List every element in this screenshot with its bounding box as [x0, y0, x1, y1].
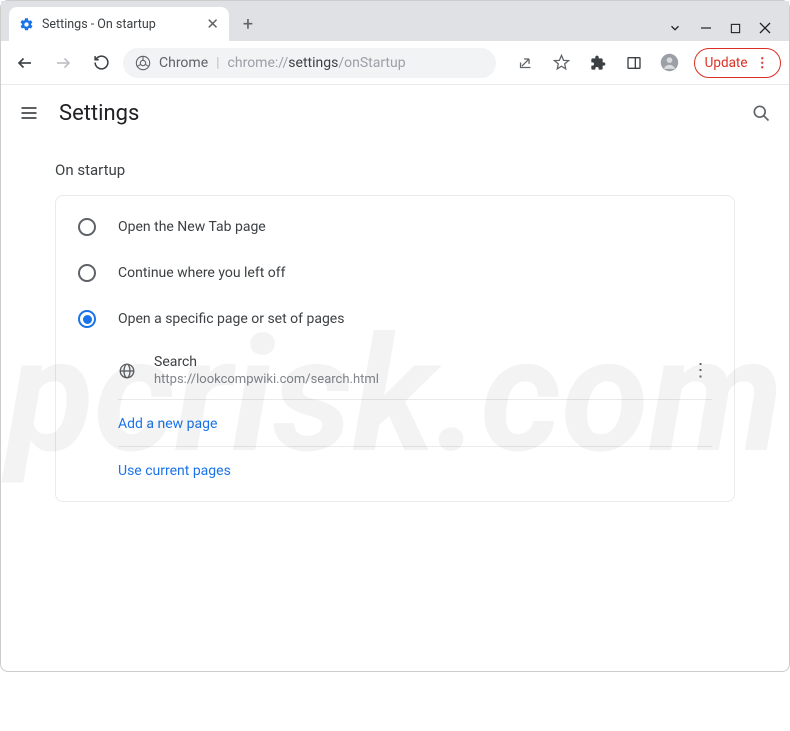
startup-page-name: Search: [154, 354, 670, 370]
gear-icon: [19, 17, 34, 32]
radio-option-specific[interactable]: Open a specific page or set of pages: [56, 296, 734, 342]
startup-page-entry: Search https://lookcompwiki.com/search.h…: [118, 342, 712, 400]
radio-option-continue[interactable]: Continue where you left off: [56, 250, 734, 296]
radio-option-newtab[interactable]: Open the New Tab page: [56, 204, 734, 250]
settings-header: Settings: [1, 85, 789, 141]
tab-title: Settings - On startup: [42, 17, 156, 32]
page-title: Settings: [59, 101, 139, 126]
bookmark-icon[interactable]: [548, 54, 576, 71]
radio-icon: [78, 310, 96, 328]
forward-button[interactable]: [47, 47, 79, 79]
browser-toolbar: Chrome | chrome://settings/onStartup Upd…: [1, 41, 789, 85]
search-icon[interactable]: [751, 103, 771, 123]
close-icon[interactable]: ✕: [206, 15, 219, 33]
startup-pages-panel: Search https://lookcompwiki.com/search.h…: [56, 342, 734, 493]
startup-card: Open the New Tab page Continue where you…: [55, 195, 735, 502]
extensions-icon[interactable]: [584, 55, 612, 71]
update-button[interactable]: Update ⋮: [694, 48, 781, 78]
settings-page: On startup Open the New Tab page Continu…: [1, 141, 789, 522]
minimize-icon[interactable]: [700, 22, 712, 34]
more-options-icon[interactable]: ⋮: [688, 360, 712, 381]
radio-label: Continue where you left off: [118, 265, 286, 281]
side-panel-icon[interactable]: [620, 55, 648, 71]
radio-label: Open a specific page or set of pages: [118, 311, 344, 327]
omnibox-url: chrome://settings/onStartup: [228, 55, 406, 71]
update-label: Update: [705, 55, 748, 71]
omnibox-app-label: Chrome: [159, 55, 208, 71]
startup-page-url: https://lookcompwiki.com/search.html: [154, 372, 670, 387]
add-page-link[interactable]: Add a new page: [118, 400, 712, 447]
close-window-icon[interactable]: [759, 22, 771, 34]
toolbar-icons: [502, 53, 688, 72]
address-bar[interactable]: Chrome | chrome://settings/onStartup: [123, 48, 496, 78]
startup-page-info: Search https://lookcompwiki.com/search.h…: [154, 354, 670, 387]
browser-tab[interactable]: Settings - On startup ✕: [9, 7, 229, 41]
profile-icon[interactable]: [656, 53, 684, 72]
omnibox-divider: |: [216, 55, 219, 71]
back-button[interactable]: [9, 47, 41, 79]
radio-icon: [78, 218, 96, 236]
radio-icon: [78, 264, 96, 282]
new-tab-button[interactable]: +: [233, 9, 263, 39]
window-titlebar: Settings - On startup ✕ +: [1, 1, 789, 41]
maximize-icon[interactable]: [730, 23, 741, 34]
chevron-down-icon[interactable]: [668, 21, 682, 35]
section-title: On startup: [55, 161, 735, 179]
globe-icon: [118, 362, 136, 380]
share-icon[interactable]: [512, 54, 540, 71]
chrome-icon: [135, 55, 151, 71]
radio-label: Open the New Tab page: [118, 219, 266, 235]
menu-icon[interactable]: [19, 103, 39, 123]
use-current-pages-link[interactable]: Use current pages: [118, 447, 712, 493]
window-controls: [668, 21, 789, 41]
more-icon: ⋮: [756, 55, 769, 71]
reload-button[interactable]: [85, 47, 117, 79]
